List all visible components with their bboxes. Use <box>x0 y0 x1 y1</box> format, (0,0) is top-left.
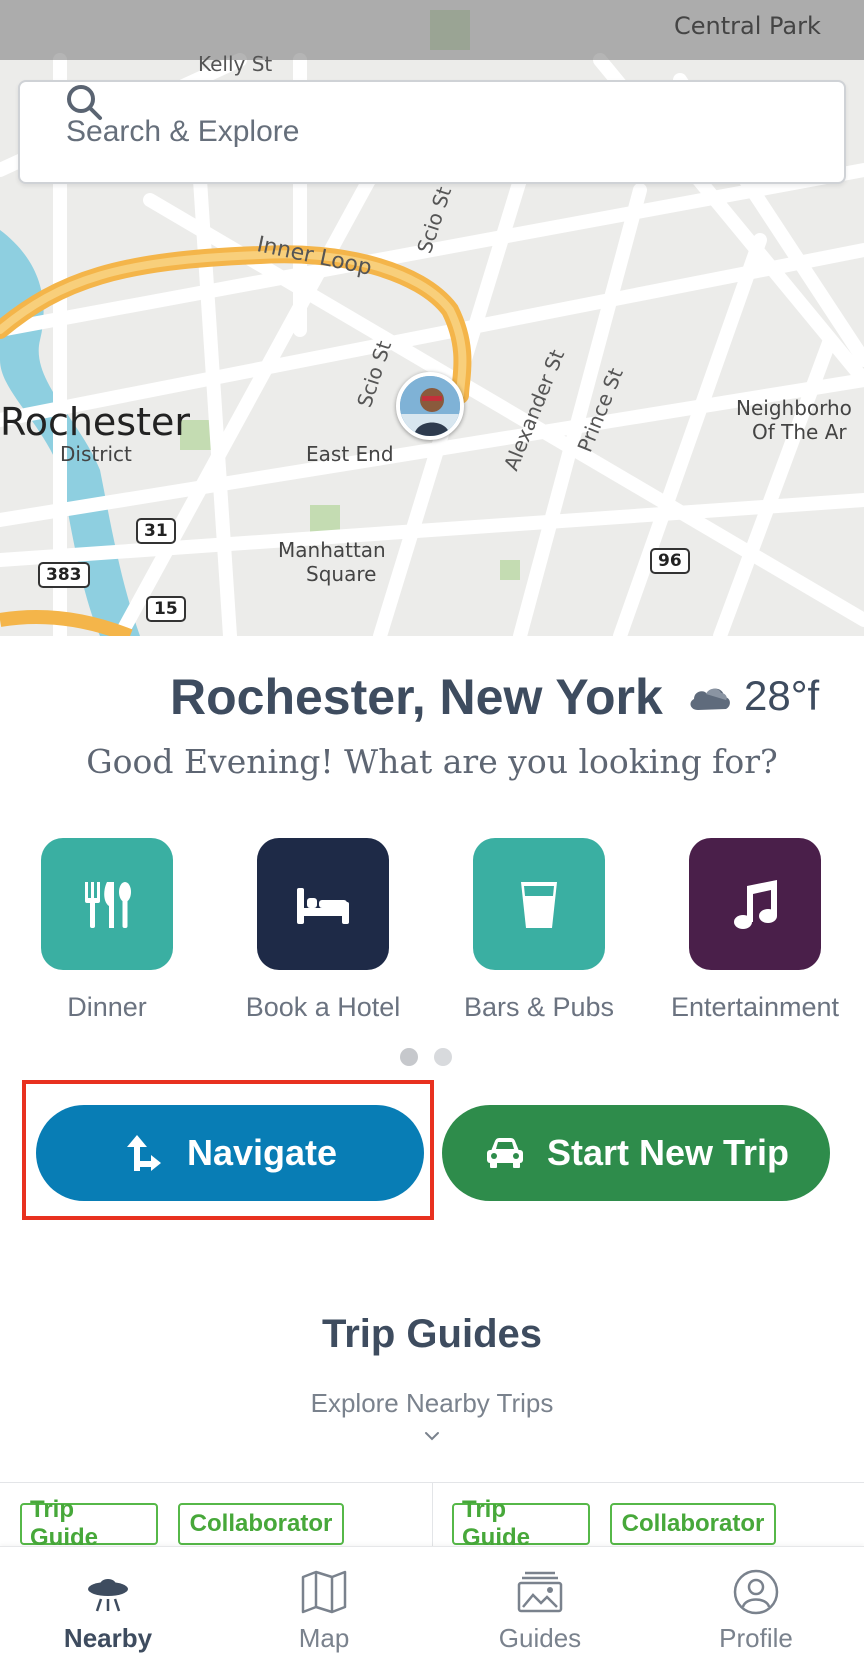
search-input[interactable] <box>66 115 706 149</box>
start-new-trip-button[interactable]: Start New Trip <box>442 1105 830 1201</box>
category-label: Dinner <box>67 992 147 1022</box>
search-icon <box>67 85 102 120</box>
nav-label: Nearby <box>63 1623 153 1653</box>
navigate-highlight-frame <box>22 1080 434 1220</box>
carousel-pager[interactable] <box>400 1048 452 1066</box>
map-label-rochester: Rochester <box>0 400 190 444</box>
search-bar[interactable] <box>18 80 846 184</box>
utensils-icon <box>85 882 131 928</box>
map-view[interactable]: Central Park Kelly St Inner Loop Scio St… <box>0 0 864 636</box>
map-label-neighborhood-2: Of The Ar <box>752 420 847 444</box>
greeting-text: Good Evening! What are you looking for? <box>86 742 778 781</box>
trip-guides-subtitle[interactable]: Explore Nearby Trips <box>0 1388 864 1419</box>
nav-tab-map[interactable]: Map <box>216 1547 432 1666</box>
city-title: Rochester, New York <box>170 669 663 725</box>
category-entertainment[interactable]: Entertainment <box>650 838 860 1023</box>
category-dinner[interactable]: Dinner <box>2 838 212 1023</box>
category-carousel[interactable]: Dinner Book a Hotel Bars & Pubs Entertai… <box>0 838 864 1028</box>
avatar-photo-icon <box>400 376 460 436</box>
route-shield-383: 383 <box>38 562 90 588</box>
category-tile-bars[interactable] <box>473 838 605 970</box>
profile-icon <box>733 1569 779 1615</box>
map-label-manhattan: Manhattan <box>278 538 386 562</box>
nav-tab-nearby[interactable]: Nearby <box>0 1547 216 1666</box>
nav-tab-profile[interactable]: Profile <box>648 1547 864 1666</box>
map-label-central-park: Central Park <box>674 12 821 40</box>
glass-icon <box>521 882 557 928</box>
trip-guide-cards[interactable]: Trip Guide Collaborator Trip Guide Colla… <box>0 1482 864 1551</box>
pager-dot-1[interactable] <box>400 1048 418 1066</box>
pager-dot-2[interactable] <box>434 1048 452 1066</box>
collaborator-tag: Collaborator <box>178 1503 344 1545</box>
trip-guide-tag: Trip Guide <box>20 1496 158 1551</box>
category-label: Book a Hotel <box>245 992 401 1022</box>
category-tile-hotel[interactable] <box>257 838 389 970</box>
ufo-icon <box>88 1579 128 1612</box>
map-label-east-end: East End <box>306 442 394 466</box>
nav-label: Map <box>298 1623 350 1653</box>
map-icon <box>301 1570 347 1614</box>
map-label-neighborhood-1: Neighborho <box>736 396 852 420</box>
location-header: Rochester, New York 28°f <box>0 668 864 732</box>
nav-label: Guides <box>498 1623 582 1653</box>
route-shield-96: 96 <box>650 548 690 574</box>
trip-guides-title: Trip Guides <box>321 1312 543 1356</box>
chevron-down-icon[interactable] <box>422 1426 442 1446</box>
category-bars[interactable]: Bars & Pubs <box>434 838 644 1023</box>
map-label-kelly-st: Kelly St <box>198 52 273 76</box>
category-hotel[interactable]: Book a Hotel <box>218 838 428 1023</box>
temperature: 28°f <box>744 672 820 719</box>
nav-tab-guides[interactable]: Guides <box>432 1547 648 1666</box>
nav-label: Profile <box>719 1623 793 1653</box>
route-shield-15: 15 <box>146 596 186 622</box>
category-tile-dinner[interactable] <box>41 838 173 970</box>
card-divider <box>432 1483 433 1547</box>
map-label-district: District <box>60 442 132 466</box>
bed-icon <box>297 888 349 924</box>
car-icon <box>486 1138 523 1168</box>
category-label: Entertainment <box>670 992 840 1022</box>
bottom-navigation: Nearby Map Guides Profile <box>0 1546 864 1666</box>
cloud-icon <box>690 688 730 710</box>
guides-icon <box>517 1571 563 1613</box>
route-shield-31: 31 <box>136 518 176 544</box>
trip-guide-tag: Trip Guide <box>452 1496 590 1551</box>
user-location-avatar[interactable] <box>396 372 464 440</box>
music-icon <box>734 880 777 929</box>
collaborator-tag: Collaborator <box>610 1503 776 1545</box>
start-new-trip-label: Start New Trip <box>546 1132 790 1173</box>
category-label: Bars & Pubs <box>463 992 615 1022</box>
category-tile-entertainment[interactable] <box>689 838 821 970</box>
weather-widget: 28°f <box>686 672 819 720</box>
map-label-square: Square <box>306 562 377 586</box>
